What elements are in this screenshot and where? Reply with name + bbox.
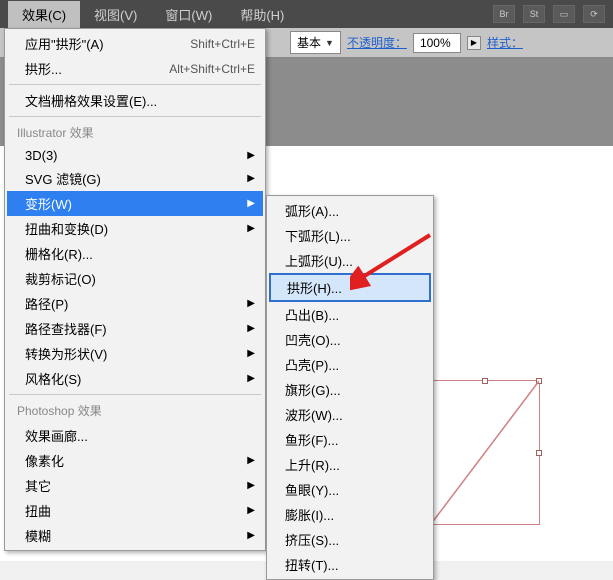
arrange-icon[interactable]: ▭ bbox=[553, 5, 575, 23]
menu-distort[interactable]: 扭曲和变换(D) ▶ bbox=[7, 216, 263, 241]
submenu-arrow-icon: ▶ bbox=[247, 173, 255, 184]
handle-mid-right[interactable] bbox=[536, 450, 542, 456]
submenu-arrow-icon: ▶ bbox=[247, 348, 255, 359]
menu-pathfinder[interactable]: 路径查找器(F) ▶ bbox=[7, 316, 263, 341]
menu-pixelate-label: 像素化 bbox=[25, 451, 64, 470]
photoshop-effects-header: Photoshop 效果 bbox=[7, 398, 263, 423]
menu-apply-arch[interactable]: 应用"拱形"(A) Shift+Ctrl+E bbox=[7, 31, 263, 56]
opacity-label[interactable]: 不透明度： bbox=[347, 34, 407, 51]
menu-distort2-label: 扭曲 bbox=[25, 501, 51, 520]
submenu-inflate[interactable]: 膨胀(I)... bbox=[269, 502, 431, 527]
submenu-arrow-icon: ▶ bbox=[247, 505, 255, 516]
menu-arch-label: 拱形... bbox=[25, 59, 62, 78]
menu-blur-label: 模糊 bbox=[25, 526, 51, 545]
menu-view[interactable]: 视图(V) bbox=[80, 1, 151, 28]
menu-3d[interactable]: 3D(3) ▶ bbox=[7, 145, 263, 166]
separator bbox=[9, 84, 261, 85]
submenu-bulge[interactable]: 凸出(B)... bbox=[269, 302, 431, 327]
submenu-arc-lower[interactable]: 下弧形(L)... bbox=[269, 223, 431, 248]
submenu-arrow-icon: ▶ bbox=[247, 455, 255, 466]
menu-stylize[interactable]: 风格化(S) ▶ bbox=[7, 366, 263, 391]
handle-top-right[interactable] bbox=[536, 378, 542, 384]
separator bbox=[9, 394, 261, 395]
menu-rasterize-label: 栅格化(R)... bbox=[25, 244, 93, 263]
submenu-arrow-icon: ▶ bbox=[247, 480, 255, 491]
menu-distort-label: 扭曲和变换(D) bbox=[25, 219, 108, 238]
submenu-fish[interactable]: 鱼形(F)... bbox=[269, 427, 431, 452]
menu-convert-label: 转换为形状(V) bbox=[25, 344, 107, 363]
submenu-arrow-icon: ▶ bbox=[247, 323, 255, 334]
submenu-arrow-icon: ▶ bbox=[247, 373, 255, 384]
menu-doc-raster[interactable]: 文档栅格效果设置(E)... bbox=[7, 88, 263, 113]
menu-transform[interactable]: 变形(W) ▶ bbox=[7, 191, 263, 216]
menu-apply-arch-label: 应用"拱形"(A) bbox=[25, 34, 104, 53]
menu-blur[interactable]: 模糊 ▶ bbox=[7, 523, 263, 548]
submenu-arrow-icon: ▶ bbox=[247, 223, 255, 234]
submenu-flag[interactable]: 旗形(G)... bbox=[269, 377, 431, 402]
menu-convert[interactable]: 转换为形状(V) ▶ bbox=[7, 341, 263, 366]
shape-diagonal-line bbox=[431, 381, 539, 524]
menubar: 效果(C) 视图(V) 窗口(W) 帮助(H) Br St ▭ ⟳ bbox=[0, 0, 613, 28]
stock-icon[interactable]: St bbox=[523, 5, 545, 23]
opacity-dropdown-arrow[interactable]: ▶ bbox=[467, 36, 481, 50]
menu-other[interactable]: 其它 ▶ bbox=[7, 473, 263, 498]
submenu-wave[interactable]: 波形(W)... bbox=[269, 402, 431, 427]
submenu-arrow-icon: ▶ bbox=[247, 150, 255, 161]
menu-path[interactable]: 路径(P) ▶ bbox=[7, 291, 263, 316]
menu-crop-label: 裁剪标记(O) bbox=[25, 269, 96, 288]
separator bbox=[9, 116, 261, 117]
submenu-arrow-icon: ▶ bbox=[247, 530, 255, 541]
dropdown-arrow-icon: ▼ bbox=[325, 38, 334, 48]
menu-rasterize[interactable]: 栅格化(R)... bbox=[7, 241, 263, 266]
menu-pixelate[interactable]: 像素化 ▶ bbox=[7, 448, 263, 473]
menu-other-label: 其它 bbox=[25, 476, 51, 495]
bridge-icon[interactable]: Br bbox=[493, 5, 515, 23]
menu-path-label: 路径(P) bbox=[25, 294, 68, 313]
menu-stylize-label: 风格化(S) bbox=[25, 369, 81, 388]
submenu-fisheye[interactable]: 鱼眼(Y)... bbox=[269, 477, 431, 502]
submenu-twist[interactable]: 扭转(T)... bbox=[269, 552, 431, 577]
illustrator-effects-header: Illustrator 效果 bbox=[7, 120, 263, 145]
menu-effects[interactable]: 效果(C) bbox=[8, 1, 80, 28]
menu-gallery[interactable]: 效果画廊... bbox=[7, 423, 263, 448]
menu-svg[interactable]: SVG 滤镜(G) ▶ bbox=[7, 166, 263, 191]
menubar-icons: Br St ▭ ⟳ bbox=[493, 5, 613, 23]
menu-svg-label: SVG 滤镜(G) bbox=[25, 169, 101, 188]
menu-doc-raster-label: 文档栅格效果设置(E)... bbox=[25, 91, 157, 110]
submenu-arch[interactable]: 拱形(H)... bbox=[269, 273, 431, 302]
menu-distort2[interactable]: 扭曲 ▶ bbox=[7, 498, 263, 523]
menu-arch-shortcut: Alt+Shift+Ctrl+E bbox=[169, 62, 255, 76]
submenu-arrow-icon: ▶ bbox=[247, 298, 255, 309]
submenu-squeeze[interactable]: 挤压(S)... bbox=[269, 527, 431, 552]
style-dropdown-label: 基本 bbox=[297, 34, 321, 51]
menu-gallery-label: 效果画廊... bbox=[25, 426, 88, 445]
menu-window[interactable]: 窗口(W) bbox=[151, 1, 226, 28]
submenu-shell-upper[interactable]: 凸壳(P)... bbox=[269, 352, 431, 377]
submenu-arc-upper[interactable]: 上弧形(U)... bbox=[269, 248, 431, 273]
menu-help[interactable]: 帮助(H) bbox=[226, 1, 298, 28]
submenu-rise[interactable]: 上升(R)... bbox=[269, 452, 431, 477]
style-dropdown[interactable]: 基本 ▼ bbox=[290, 31, 341, 54]
effects-menu: 应用"拱形"(A) Shift+Ctrl+E 拱形... Alt+Shift+C… bbox=[4, 28, 266, 551]
submenu-arc[interactable]: 弧形(A)... bbox=[269, 198, 431, 223]
menu-apply-arch-shortcut: Shift+Ctrl+E bbox=[190, 37, 255, 51]
menu-pathfinder-label: 路径查找器(F) bbox=[25, 319, 107, 338]
menu-arch[interactable]: 拱形... Alt+Shift+Ctrl+E bbox=[7, 56, 263, 81]
transform-submenu: 弧形(A)... 下弧形(L)... 上弧形(U)... 拱形(H)... 凸出… bbox=[266, 195, 434, 580]
opacity-input[interactable]: 100% bbox=[413, 33, 461, 53]
handle-top-mid[interactable] bbox=[482, 378, 488, 384]
menu-3d-label: 3D(3) bbox=[25, 148, 58, 163]
selection-bounding-box[interactable] bbox=[430, 380, 540, 525]
sync-icon[interactable]: ⟳ bbox=[583, 5, 605, 23]
submenu-shell-lower[interactable]: 凹壳(O)... bbox=[269, 327, 431, 352]
menu-transform-label: 变形(W) bbox=[25, 194, 72, 213]
submenu-arrow-icon: ▶ bbox=[247, 198, 255, 209]
style-label[interactable]: 样式： bbox=[487, 34, 523, 51]
menu-crop[interactable]: 裁剪标记(O) bbox=[7, 266, 263, 291]
